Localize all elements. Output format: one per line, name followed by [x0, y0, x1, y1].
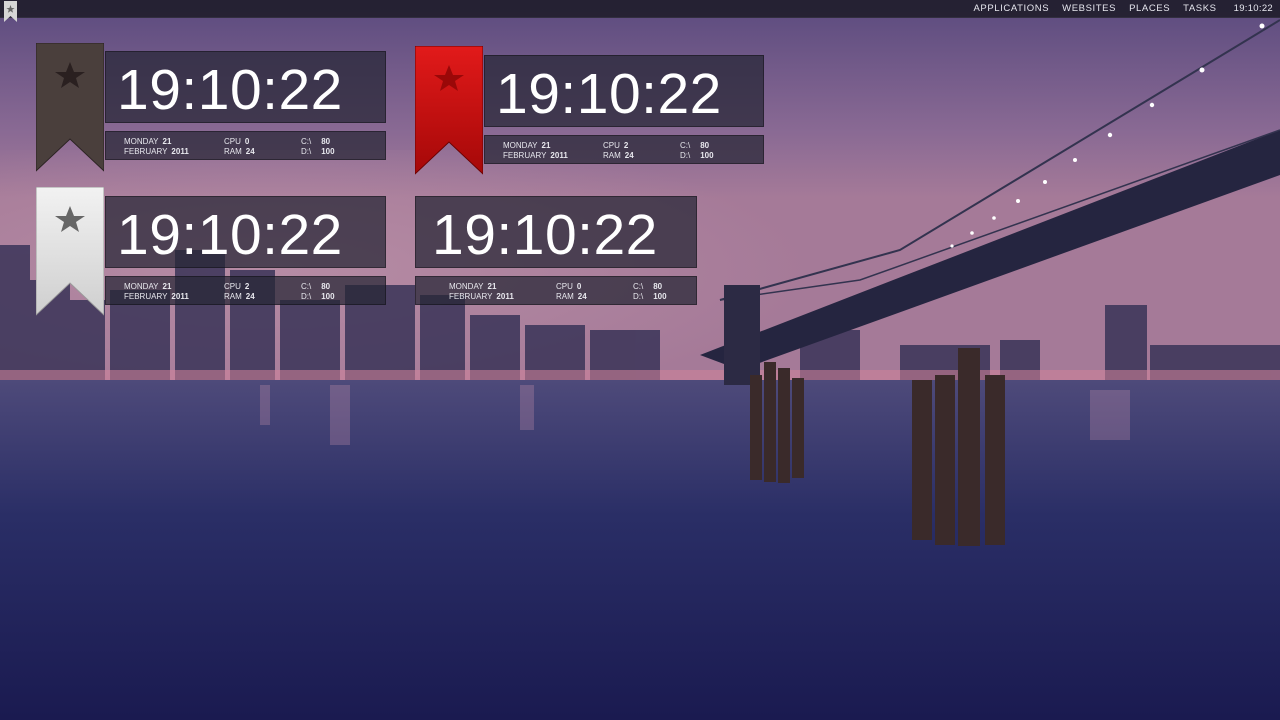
topbar-clock: 19:10:22 — [1233, 3, 1273, 14]
day-value: 21 — [162, 137, 172, 146]
ram-value: 24 — [245, 292, 255, 301]
c-drive-label: C:\ — [301, 282, 312, 291]
cpu-value: 2 — [244, 282, 250, 291]
menu-places[interactable]: PLACES — [1129, 0, 1170, 17]
ram-value: 24 — [577, 292, 587, 301]
bookmark-ribbon-icon[interactable] — [4, 1, 17, 22]
time-display: 19:10:22 — [432, 203, 658, 267]
d-drive-value: 100 — [321, 147, 335, 156]
info-panel: MONDAY 21 FEBRUARY 2011 CPU 2 RAM 24 C:\ 80 D… — [105, 276, 386, 305]
c-drive-label: C:\ — [633, 282, 644, 291]
bookmark-ribbon-icon — [36, 43, 104, 172]
c-drive-label: C:\ — [301, 137, 312, 146]
time-panel: 19:10:22 — [415, 196, 697, 268]
cpu-value: 2 — [623, 141, 629, 150]
cpu-label: CPU — [603, 141, 620, 150]
month-label: FEBRUARY — [124, 292, 168, 301]
time-display: 19:10:22 — [117, 203, 343, 267]
day-label: MONDAY — [503, 141, 538, 150]
month-label: FEBRUARY — [124, 147, 168, 156]
day-value: 21 — [487, 282, 497, 291]
month-label: FEBRUARY — [449, 292, 493, 301]
time-panel: 19:10:22 — [484, 55, 764, 127]
info-panel: MONDAY 21 FEBRUARY 2011 CPU 2 RAM 24 C:\ 80 D… — [484, 135, 764, 164]
top-menu: APPLICATIONS WEBSITES PLACES TASKS 19:10… — [974, 0, 1280, 17]
cpu-label: CPU — [224, 137, 241, 146]
info-panel: MONDAY 21 FEBRUARY 2011 CPU 0 RAM 24 C:\ 80 D… — [105, 131, 386, 160]
top-panel: APPLICATIONS WEBSITES PLACES TASKS 19:10… — [0, 0, 1280, 22]
year-value: 2011 — [171, 147, 189, 156]
info-panel: MONDAY 21 FEBRUARY 2011 CPU 0 RAM 24 C:\ 80 D… — [415, 276, 697, 305]
d-drive-label: D:\ — [301, 147, 312, 156]
ram-value: 24 — [624, 151, 634, 160]
d-drive-label: D:\ — [633, 292, 644, 301]
menu-applications[interactable]: APPLICATIONS — [974, 0, 1050, 17]
d-drive-value: 100 — [321, 292, 335, 301]
ram-label: RAM — [224, 147, 242, 156]
c-drive-value: 80 — [653, 282, 663, 291]
time-panel: 19:10:22 — [105, 196, 386, 268]
cpu-value: 0 — [576, 282, 582, 291]
cpu-label: CPU — [224, 282, 241, 291]
d-drive-value: 100 — [700, 151, 714, 160]
c-drive-value: 80 — [321, 282, 331, 291]
year-value: 2011 — [550, 151, 568, 160]
day-value: 21 — [162, 282, 172, 291]
c-drive-value: 80 — [321, 137, 331, 146]
bookmark-ribbon-icon — [36, 187, 104, 316]
ram-value: 24 — [245, 147, 255, 156]
time-display: 19:10:22 — [496, 62, 722, 126]
year-value: 2011 — [171, 292, 189, 301]
day-label: MONDAY — [124, 137, 159, 146]
cpu-label: CPU — [556, 282, 573, 291]
year-value: 2011 — [496, 292, 514, 301]
month-label: FEBRUARY — [503, 151, 547, 160]
menu-websites[interactable]: WEBSITES — [1062, 0, 1116, 17]
c-drive-value: 80 — [700, 141, 710, 150]
ram-label: RAM — [603, 151, 621, 160]
day-label: MONDAY — [449, 282, 484, 291]
d-drive-label: D:\ — [301, 292, 312, 301]
d-drive-value: 100 — [653, 292, 667, 301]
c-drive-label: C:\ — [680, 141, 691, 150]
ram-label: RAM — [224, 292, 242, 301]
time-display: 19:10:22 — [117, 58, 343, 122]
time-panel: 19:10:22 — [105, 51, 386, 123]
menu-tasks[interactable]: TASKS — [1183, 0, 1216, 17]
cpu-value: 0 — [244, 137, 250, 146]
ram-label: RAM — [556, 292, 574, 301]
day-label: MONDAY — [124, 282, 159, 291]
bookmark-ribbon-icon — [415, 46, 483, 175]
day-value: 21 — [541, 141, 551, 150]
d-drive-label: D:\ — [680, 151, 691, 160]
